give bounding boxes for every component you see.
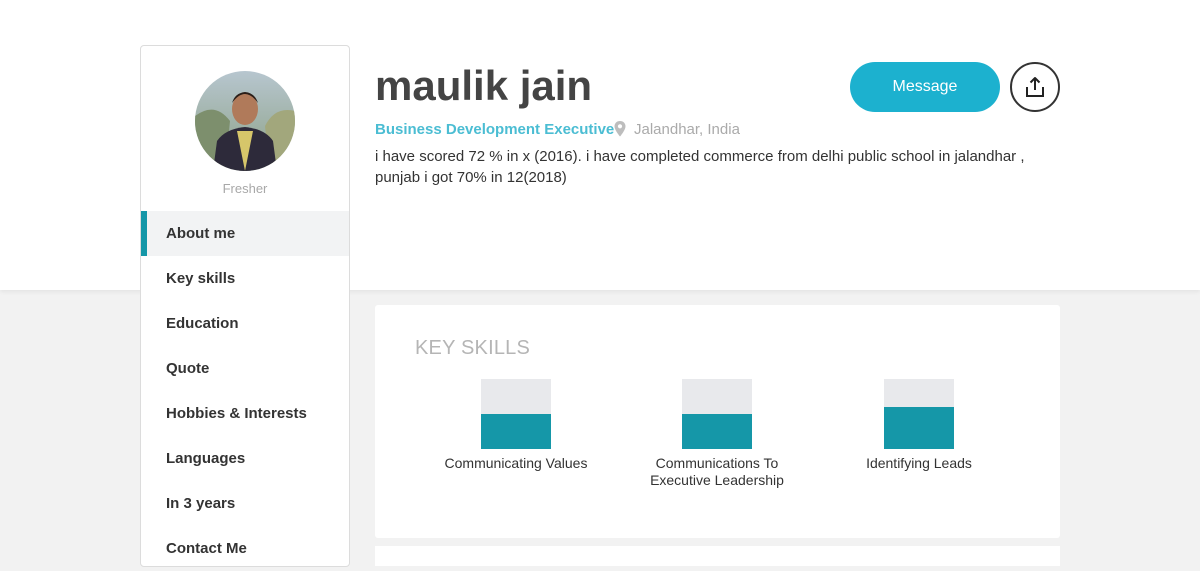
sidebar-item-quote[interactable]: Quote bbox=[141, 346, 349, 391]
message-button[interactable]: Message bbox=[850, 62, 1000, 112]
career-status: Fresher bbox=[222, 181, 268, 196]
sidebar-nav: About me Key skills Education Quote Hobb… bbox=[141, 211, 349, 571]
profile-bio: i have scored 72 % in x (2016). i have c… bbox=[375, 148, 1025, 186]
share-button[interactable] bbox=[1010, 62, 1060, 112]
profile-sidebar: Fresher About me Key skills Education Qu… bbox=[140, 45, 350, 567]
location-pin-icon bbox=[613, 120, 627, 143]
skill-item: Identifying Leads bbox=[829, 379, 1009, 472]
profile-location: Jalandhar, India bbox=[634, 121, 740, 138]
skill-item: Communications To Executive Leadership bbox=[627, 379, 807, 489]
skill-label: Communicating Values bbox=[444, 455, 588, 471]
skill-level-fill bbox=[481, 414, 551, 449]
next-section-card bbox=[375, 546, 1060, 566]
sidebar-item-languages[interactable]: Languages bbox=[141, 436, 349, 481]
skill-label: Communications To Executive Leadership bbox=[650, 455, 784, 488]
skill-level-fill bbox=[682, 414, 752, 449]
sidebar-item-in-3-years[interactable]: In 3 years bbox=[141, 481, 349, 526]
sidebar-item-education[interactable]: Education bbox=[141, 301, 349, 346]
avatar bbox=[195, 71, 295, 171]
skill-level-bar bbox=[481, 379, 551, 449]
skill-item: Communicating Values bbox=[426, 379, 606, 472]
skill-level-bar bbox=[884, 379, 954, 449]
skill-label: Identifying Leads bbox=[866, 455, 972, 471]
sidebar-item-contact-me[interactable]: Contact Me bbox=[141, 526, 349, 571]
key-skills-title: KEY SKILLS bbox=[415, 337, 531, 359]
profile-title: Business Development Executive bbox=[375, 121, 615, 138]
sidebar-item-key-skills[interactable]: Key skills bbox=[141, 256, 349, 301]
sidebar-item-hobbies-interests[interactable]: Hobbies & Interests bbox=[141, 391, 349, 436]
skill-level-bar bbox=[682, 379, 752, 449]
key-skills-card: KEY SKILLS Communicating Values Communic… bbox=[375, 305, 1060, 538]
profile-name: maulik jain bbox=[375, 62, 593, 109]
skill-level-fill bbox=[884, 407, 954, 449]
share-icon bbox=[1026, 77, 1044, 97]
sidebar-item-about-me[interactable]: About me bbox=[141, 211, 349, 256]
